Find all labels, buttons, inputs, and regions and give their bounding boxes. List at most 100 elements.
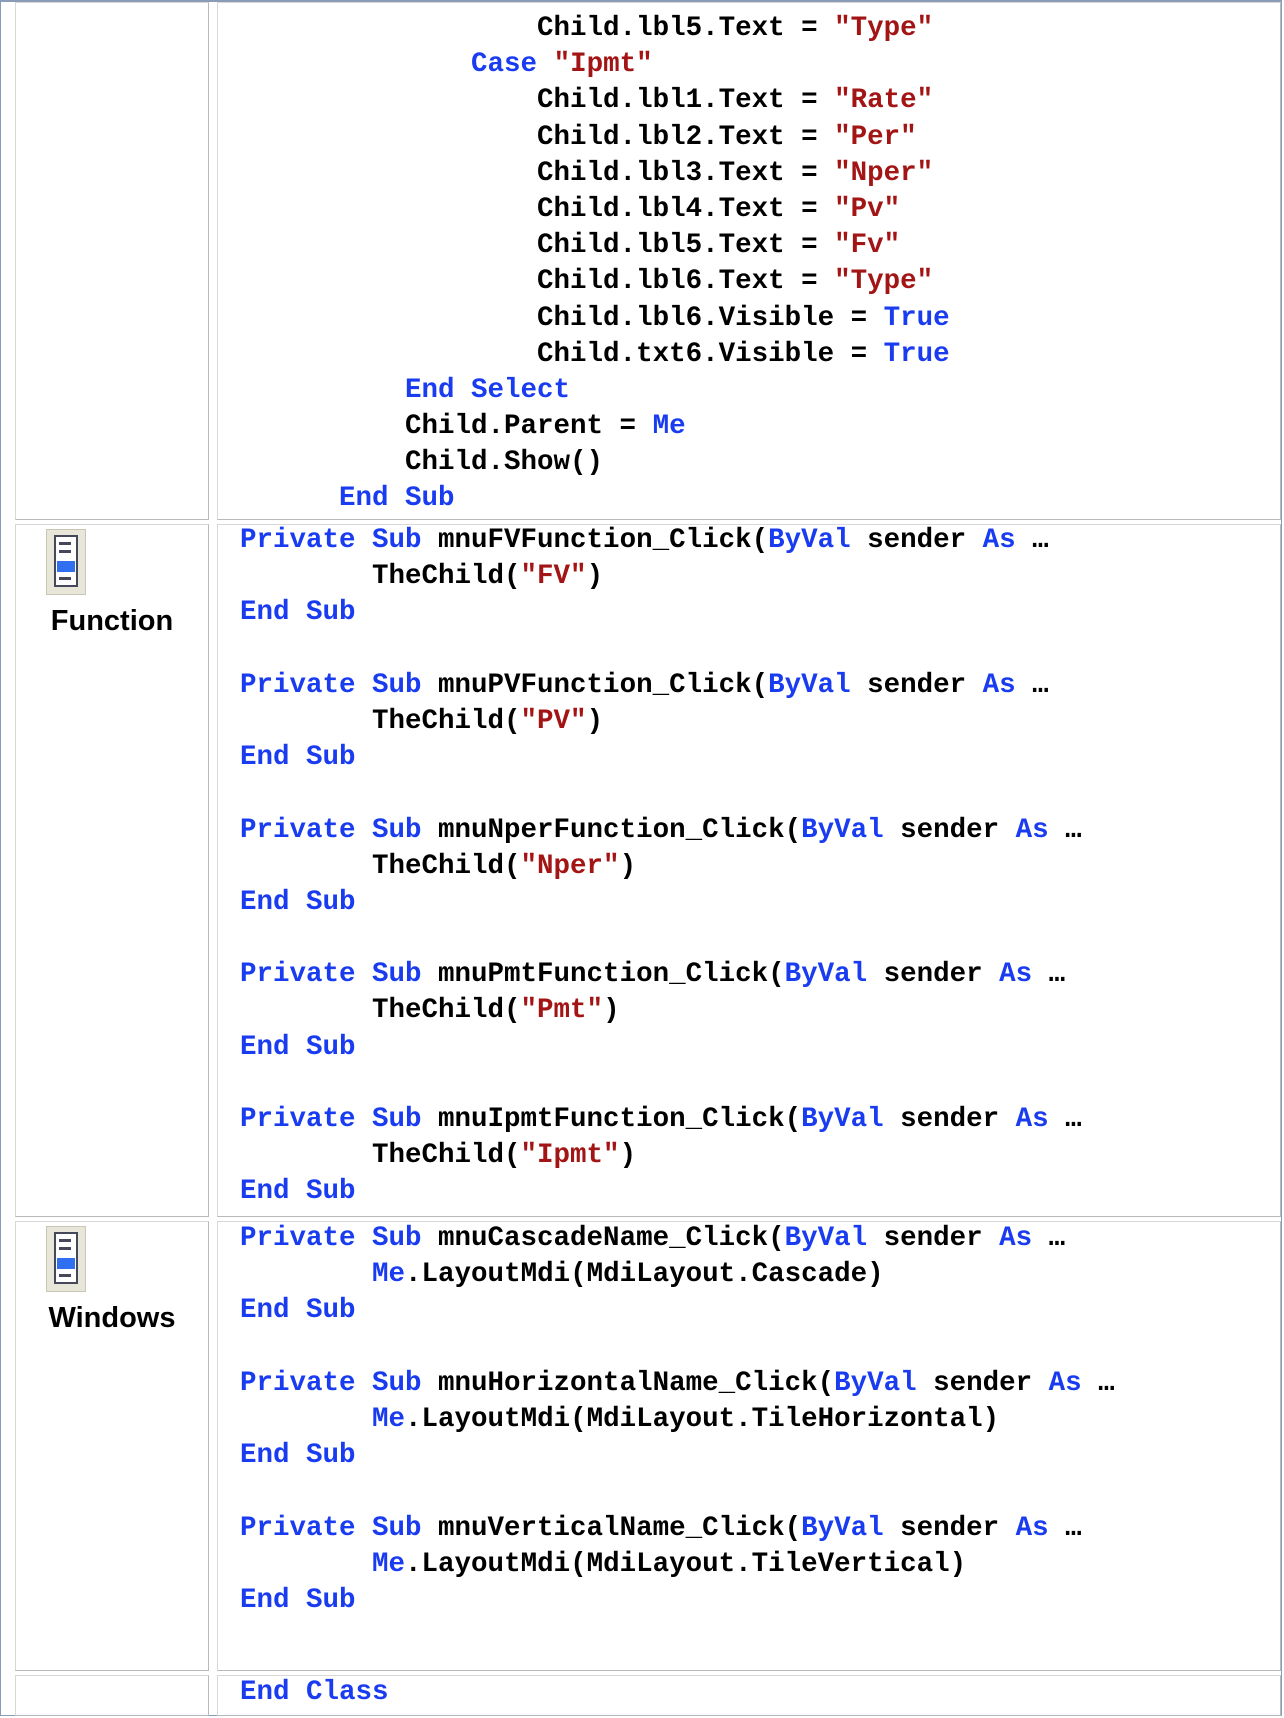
- code-line: Child.lbl3.Text = "Nper": [240, 156, 1280, 192]
- code-keyword: Me: [372, 1548, 406, 1580]
- code-line: Child.lbl1.Text = "Rate": [240, 83, 1280, 119]
- code-keyword: End Sub: [240, 886, 356, 918]
- code-text: TheChild(: [240, 705, 521, 737]
- code-line: End Class: [240, 1675, 1280, 1711]
- code-keyword: As: [999, 959, 1033, 991]
- code-string: "Pmt": [520, 995, 604, 1027]
- code-line: Child.txt6.Visible = True: [240, 337, 1280, 373]
- code-string: "Ipmt": [520, 1140, 620, 1172]
- code-text: Child.lbl5.Text =: [240, 230, 835, 262]
- table-row: Function Private Sub mnuFVFunction_Click…: [3, 524, 1281, 1217]
- code-line: Private Sub mnuFVFunction_Click(ByVal se…: [240, 523, 1280, 559]
- code-keyword: Private Sub: [240, 669, 422, 701]
- code-line: Private Sub mnuIpmtFunction_Click(ByVal …: [240, 1102, 1280, 1138]
- code-line: Child.lbl5.Text = "Fv": [240, 228, 1280, 264]
- code-table: Child.lbl5.Text = "Type" Case "Ipmt" Chi…: [0, 0, 1282, 1716]
- category-cell-windows: Windows: [15, 1221, 209, 1671]
- code-keyword: Case: [471, 49, 538, 81]
- code-text: sender: [916, 1367, 1049, 1399]
- code-line: Child.Show(): [240, 445, 1280, 481]
- code-text: TheChild(: [240, 850, 521, 882]
- code-text: sender: [867, 1223, 1000, 1254]
- table-row: Windows Private Sub mnuCascadeName_Click…: [3, 1221, 1281, 1671]
- code-text: TheChild(: [240, 1140, 521, 1172]
- code-line: Me.LayoutMdi(MdiLayout.Cascade): [240, 1257, 1280, 1293]
- code-text: Child.lbl6.Text =: [240, 266, 835, 298]
- code-text: mnuNperFunction_Click(: [421, 814, 802, 846]
- menu-item-icon: [46, 529, 86, 595]
- code-line: End Sub: [240, 595, 1280, 631]
- code-keyword: Me: [652, 411, 686, 443]
- code-keyword: End Sub: [240, 597, 356, 629]
- code-keyword: Me: [372, 1259, 406, 1291]
- code-line: End Sub: [240, 1174, 1280, 1210]
- code-line: Child.lbl4.Text = "Pv": [240, 192, 1280, 228]
- code-keyword: As: [1015, 1512, 1049, 1544]
- code-line: Me.LayoutMdi(MdiLayout.TileVertical): [240, 1547, 1280, 1583]
- code-line: End Sub: [240, 1030, 1280, 1066]
- code-cell: Child.lbl5.Text = "Type" Case "Ipmt" Chi…: [217, 2, 1281, 520]
- code-keyword: End Select: [405, 374, 571, 406]
- code-keyword: End Sub: [240, 742, 356, 774]
- code-string: "FV": [520, 561, 587, 593]
- code-keyword: ByVal: [834, 1367, 917, 1399]
- code-cell: Private Sub mnuCascadeName_Click(ByVal s…: [217, 1221, 1281, 1671]
- code-line: End Sub: [240, 481, 1280, 517]
- code-keyword: Private Sub: [240, 1104, 422, 1135]
- code-text: …: [1032, 1223, 1066, 1254]
- code-string: "Per": [834, 121, 917, 153]
- code-block: Private Sub mnuFVFunction_Click(ByVal se…: [240, 523, 1280, 1211]
- code-string: "Ipmt": [553, 49, 653, 81]
- code-text: Child.txt6.Visible =: [240, 338, 884, 370]
- code-text: Child.Show(): [240, 447, 604, 479]
- code-keyword: True: [883, 302, 950, 334]
- category-cell-function: Function: [15, 524, 209, 1217]
- code-keyword: Private Sub: [240, 1223, 422, 1254]
- code-text: ): [619, 1140, 637, 1172]
- code-line: End Select: [240, 373, 1280, 409]
- code-line: Child.lbl5.Text = "Type": [240, 11, 1280, 47]
- code-keyword: ByVal: [768, 669, 851, 701]
- code-keyword: End Sub: [339, 483, 455, 515]
- code-line: End Sub: [240, 1583, 1280, 1619]
- code-text: mnuIpmtFunction_Click(: [421, 1104, 802, 1135]
- code-text: …: [1015, 669, 1049, 701]
- code-line: End Sub: [240, 1293, 1280, 1329]
- code-keyword: ByVal: [801, 1512, 884, 1544]
- code-block: Private Sub mnuCascadeName_Click(ByVal s…: [240, 1221, 1280, 1619]
- code-text: TheChild(: [240, 995, 521, 1027]
- code-keyword: As: [1048, 1367, 1082, 1399]
- code-text: Child.lbl4.Text =: [240, 193, 835, 225]
- code-keyword: Private Sub: [240, 1512, 422, 1544]
- code-cell: End Class: [217, 1675, 1281, 1716]
- code-line: Private Sub mnuVerticalName_Click(ByVal …: [240, 1511, 1280, 1547]
- code-text: Child.lbl6.Visible =: [240, 302, 884, 334]
- category-label-function: Function: [50, 605, 174, 637]
- code-keyword: True: [883, 338, 950, 370]
- code-text: sender: [850, 669, 983, 701]
- code-string: "Type": [834, 266, 934, 298]
- code-text: Child.Parent =: [240, 411, 653, 443]
- code-keyword: ByVal: [801, 1104, 884, 1135]
- code-text: TheChild(: [240, 561, 521, 593]
- code-line: End Sub: [240, 885, 1280, 921]
- code-text: .LayoutMdi(MdiLayout.TileHorizontal): [405, 1403, 1000, 1435]
- code-text: mnuFVFunction_Click(: [421, 525, 769, 556]
- code-line: Me.LayoutMdi(MdiLayout.TileHorizontal): [240, 1402, 1280, 1438]
- category-cell-empty: [15, 2, 209, 520]
- code-line: TheChild("Ipmt"): [240, 1138, 1280, 1174]
- code-keyword: As: [1015, 814, 1049, 846]
- code-line: TheChild("FV"): [240, 559, 1280, 595]
- code-keyword: ByVal: [768, 525, 851, 556]
- code-keyword: As: [999, 1223, 1033, 1254]
